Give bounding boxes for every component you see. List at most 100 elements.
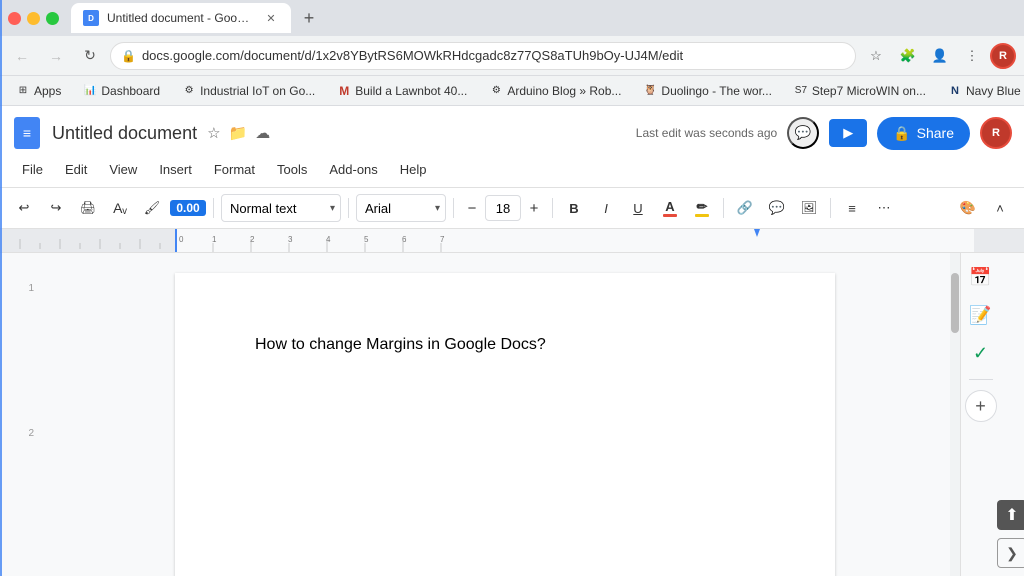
window-maximize-button[interactable] [46,12,59,25]
bookmark-iot-label: Industrial IoT on Go... [200,84,315,98]
align-button[interactable]: ≡ [838,194,866,222]
extensions-button[interactable]: 🧩 [894,42,922,70]
menu-insert[interactable]: Insert [149,158,202,181]
profile-avatar[interactable]: R [990,43,1016,69]
next-page-button[interactable]: ❯ [997,538,1024,568]
ruler-content: 0 1 2 3 4 5 6 7 [175,229,974,252]
tab-close-button[interactable]: ✕ [263,10,279,26]
bookmark-apps[interactable]: ⊞ Apps [8,81,69,101]
insert-comment-button[interactable]: 💬 [763,194,791,222]
paint-format-button[interactable]: 🖌 [138,194,166,222]
more-toolbar-button[interactable]: ⋯ [870,194,898,222]
star-icon[interactable]: ☆ [207,124,220,142]
highlight-button[interactable]: ✏ [688,194,716,222]
bookmark-iot[interactable]: ⚙ Industrial IoT on Go... [174,81,323,101]
new-tab-button[interactable]: + [295,4,323,32]
print-button[interactable]: 🖨 [74,194,102,222]
bookmark-button[interactable]: ☆ [862,42,890,70]
bookmark-navy-label: Navy Blue and Blac... [966,84,1024,98]
browser-tab[interactable]: D Untitled document - Google Do... ✕ [71,3,291,33]
bookmark-step7[interactable]: S7 Step7 MicroWIN on... [786,81,934,101]
bookmark-arduino[interactable]: ⚙ Arduino Blog » Rob... [481,81,629,101]
ssl-icon: 🔒 [121,49,136,63]
menu-file[interactable]: File [12,158,53,181]
svg-text:3: 3 [288,235,293,244]
reload-button[interactable]: ↻ [76,42,104,70]
move-to-folder-icon[interactable]: 📁 [229,124,248,142]
decrease-font-size-button[interactable]: − [461,197,483,219]
style-select[interactable]: Normal text [221,194,341,222]
menu-view[interactable]: View [99,158,147,181]
italic-button[interactable]: I [592,194,620,222]
spell-check-button[interactable]: Aᵥ [106,194,134,222]
browser-toolbar-right: ☆ 🧩 👤 ⋮ R [862,42,1016,70]
docs-logo-icon [14,117,40,149]
docs-logo [12,114,42,152]
bookmark-dashboard[interactable]: 📊 Dashboard [75,81,168,101]
body-text[interactable]: How to change Margins in Google Docs? [255,333,546,357]
docs-toolbar: ↩ ↪ 🖨 Aᵥ 🖌 0.00 Normal text Arial [0,188,1024,229]
title-icons: ☆ 📁 ☁ [207,124,270,142]
address-bar[interactable]: 🔒 docs.google.com/document/d/1x2v8YBytRS… [110,42,856,70]
doc-editing-area[interactable]: How to change Margins in Google Docs? [40,253,950,576]
menu-edit[interactable]: Edit [55,158,97,181]
more-menu-button[interactable]: ⋮ [958,42,986,70]
separator-4 [552,198,553,218]
font-select-wrapper[interactable]: Arial [356,194,446,222]
doc-title[interactable]: Untitled document [52,123,197,144]
menu-tools[interactable]: Tools [267,158,317,181]
doc-content[interactable]: How to change Margins in Google Docs? [255,333,755,357]
comments-button[interactable]: 💬 [787,117,819,149]
separator-5 [723,198,724,218]
ruler-right-margin [974,229,1024,252]
add-sidebar-button[interactable]: + [965,390,997,422]
redo-button[interactable]: ↪ [42,194,70,222]
undo-button[interactable]: ↩ [10,194,38,222]
bookmark-duolingo-label: Duolingo - The wor... [661,84,772,98]
bold-button[interactable]: B [560,194,588,222]
scrollbar-thumb[interactable] [951,273,959,333]
menu-addons[interactable]: Add-ons [319,158,387,181]
browser-titlebar: D Untitled document - Google Do... ✕ + [0,0,1024,36]
window-close-button[interactable] [8,12,21,25]
menu-help[interactable]: Help [390,158,437,181]
forward-button[interactable]: → [42,42,70,70]
bookmark-navy[interactable]: N Navy Blue and Blac... [940,81,1024,101]
font-size-area: − + [461,195,545,221]
font-size-input[interactable] [485,195,521,221]
format-paint-button[interactable]: 🎨 [954,194,982,222]
insert-image-button[interactable]: 🖼 [795,194,823,222]
scrollbar[interactable] [950,253,960,576]
bookmark-apps-label: Apps [34,84,61,98]
tasks-sidebar-button[interactable]: ✓ [965,337,997,369]
bookmark-lawnbot[interactable]: M Build a Lawnbot 40... [329,81,475,101]
right-sidebar: 📅 📝 ✓ + [960,253,1000,576]
bookmark-dashboard-label: Dashboard [101,84,160,98]
increase-font-size-button[interactable]: + [523,197,545,219]
share-button[interactable]: 🔒 Share [877,117,970,150]
accounts-button[interactable]: 👤 [926,42,954,70]
collapse-toolbar-button[interactable]: ˄ [986,194,1014,222]
sidebar-divider [969,379,993,380]
notes-sidebar-button[interactable]: 📝 [965,299,997,331]
url-text: docs.google.com/document/d/1x2v8YBytRS6M… [142,48,845,63]
present-icon: ▶ [843,125,853,141]
calendar-sidebar-button[interactable]: 📅 [965,261,997,293]
menu-format[interactable]: Format [204,158,265,181]
doc-page[interactable]: How to change Margins in Google Docs? [175,273,835,576]
window-minimize-button[interactable] [27,12,40,25]
bookmark-duolingo[interactable]: 🦉 Duolingo - The wor... [635,81,780,101]
svg-text:0: 0 [179,235,184,244]
back-button[interactable]: ← [8,42,36,70]
docs-container: Untitled document ☆ 📁 ☁ Last edit was se… [0,106,1024,576]
underline-button[interactable]: U [624,194,652,222]
font-select[interactable]: Arial [356,194,446,222]
last-edit-status: Last edit was seconds ago [636,126,777,140]
present-button[interactable]: ▶ [829,119,867,147]
style-select-wrapper[interactable]: Normal text [221,194,341,222]
user-avatar[interactable]: R [980,117,1012,149]
insert-link-button[interactable]: 🔗 [731,194,759,222]
save-to-drive-icon[interactable]: ☁ [255,124,270,142]
scroll-to-top-button[interactable]: ⬆ [997,500,1024,530]
text-color-button[interactable]: A [656,194,684,222]
